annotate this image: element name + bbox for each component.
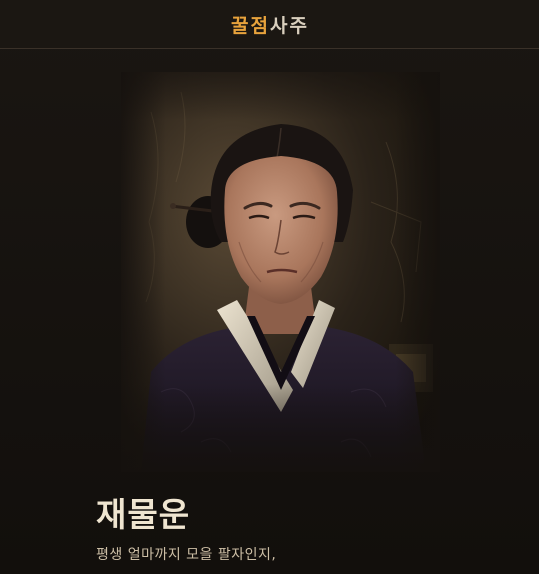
- portrait-image: [121, 72, 440, 472]
- brand-char-3: 사: [270, 14, 289, 37]
- brand-logo[interactable]: 꿀 점 사 주: [231, 11, 308, 38]
- app-header: 꿀 점 사 주: [0, 0, 539, 49]
- brand-char-4: 주: [289, 14, 308, 37]
- section-description: 평생 얼마까지 모을 팔자인지,: [96, 547, 277, 563]
- portrait-illustration: [121, 72, 440, 472]
- section-title: 재물운: [96, 495, 191, 534]
- brand-char-1: 꿀: [231, 14, 250, 37]
- page: 꿀 점 사 주 재물운 평생 얼마까지 모을 팔자인지,: [0, 0, 539, 574]
- brand-char-2: 점: [250, 14, 269, 37]
